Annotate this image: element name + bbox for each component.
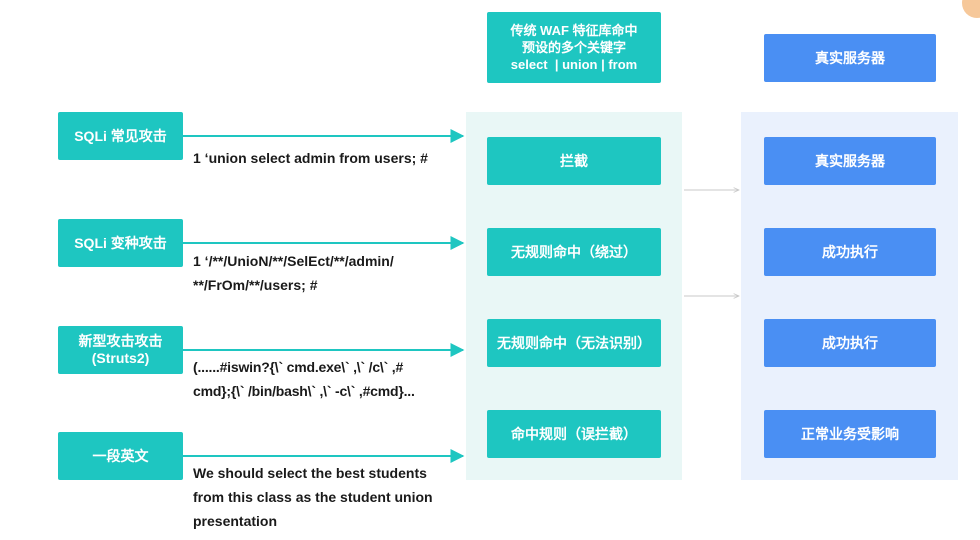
waf-header-line2: 预设的多个关键字 — [521, 40, 626, 55]
waf-header-box: 传统 WAF 特征库命中 预设的多个关键字 select | union | f… — [487, 12, 661, 83]
attack-sqli-common: SQLi 常见攻击 — [58, 112, 183, 160]
payload-english-text: We should select the best students from … — [193, 465, 433, 529]
payload-struts2: (......#iswin?{\` cmd.exe\` ,\` /c\` ,# … — [193, 359, 415, 399]
attack-sqli-variant: SQLi 变种攻击 — [58, 219, 183, 267]
server-header-box: 真实服务器 — [764, 34, 936, 82]
attack-struts2: 新型攻击攻击 (Struts2) — [58, 326, 183, 374]
server-result-success-1: 成功执行 — [764, 228, 936, 276]
server-result-real-server: 真实服务器 — [764, 137, 936, 185]
attack-english-text: 一段英文 — [58, 432, 183, 480]
waf-result-bypass: 无规则命中（绕过） — [487, 228, 661, 276]
waf-result-block: 拦截 — [487, 137, 661, 185]
waf-header-line3: select | union | from — [510, 57, 638, 72]
waf-result-false-block: 命中规则（误拦截） — [487, 410, 661, 458]
payload-sqli-variant: 1 ‘/**/UnioN/**/SelEct/**/admin/ **/FrOm… — [193, 253, 394, 293]
server-result-business-affected: 正常业务受影响 — [764, 410, 936, 458]
server-result-success-2: 成功执行 — [764, 319, 936, 367]
waf-result-unrecognized: 无规则命中（无法识别） — [487, 319, 661, 367]
waf-header-line1: 传统 WAF 特征库命中 — [510, 23, 638, 38]
payload-sqli-common: 1 ‘union select admin from users; # — [193, 150, 428, 166]
